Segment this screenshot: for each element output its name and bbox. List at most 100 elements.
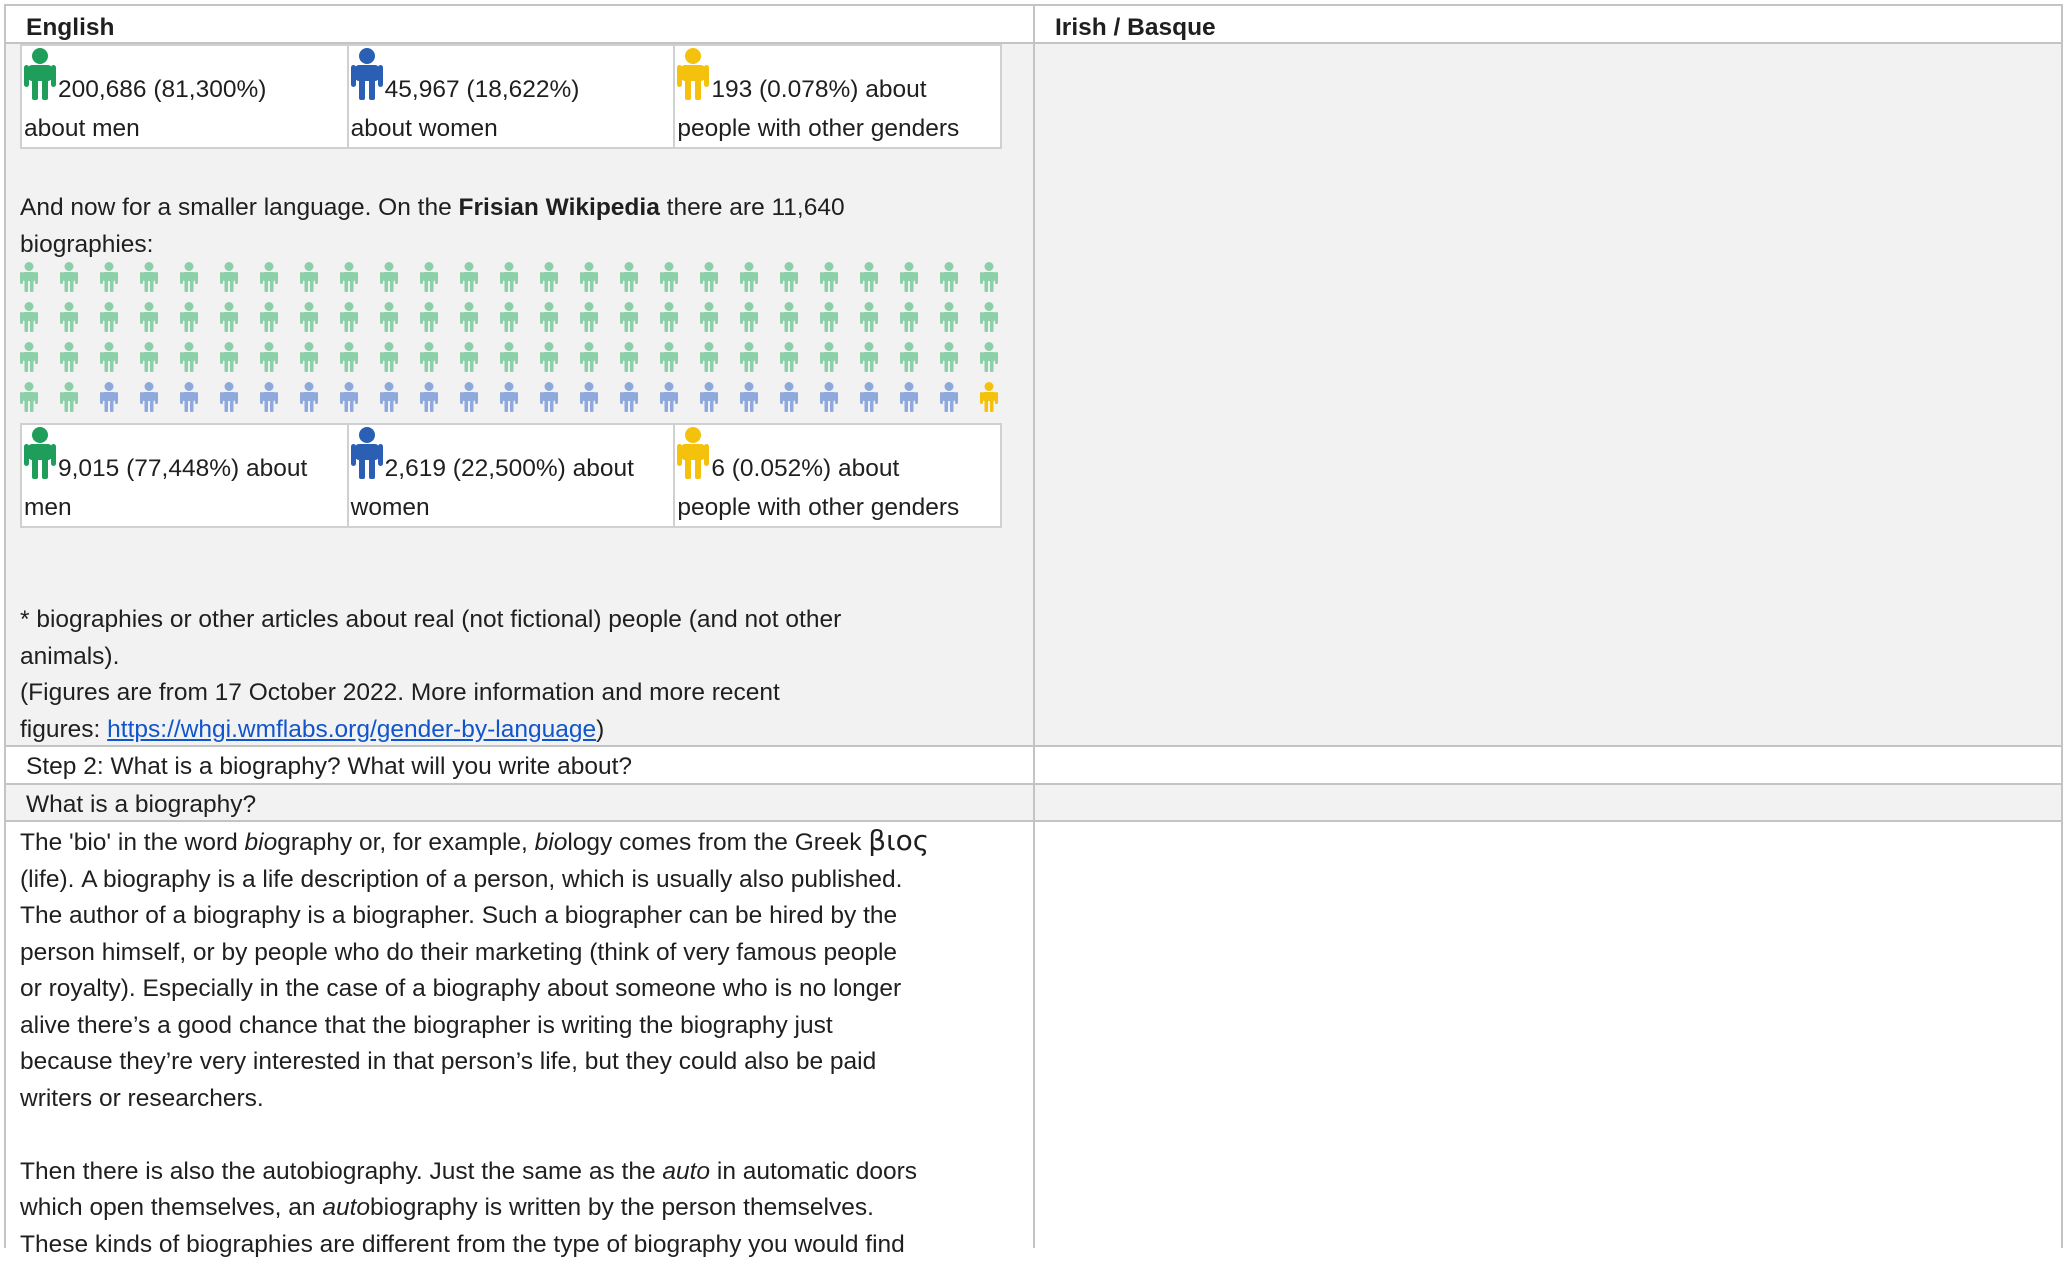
person-icon-men-small (60, 382, 78, 419)
frisian-wikipedia-stats: 9,015 (77,448%) about men 2,619 (22,500%… (20, 423, 1002, 528)
person-icon-men-small (540, 302, 558, 339)
person-icon-men-small (500, 342, 518, 379)
frisian-intro-line2: biographies: (20, 230, 154, 258)
bio-text: Then there is also the autobiography. Ju… (20, 1157, 663, 1185)
bio-p1-line6: alive there’s a good chance that the bio… (20, 1011, 833, 1039)
person-icon-women-small (180, 382, 198, 419)
person-icon-men (24, 48, 56, 111)
person-icon-women-small (820, 382, 838, 419)
bio-text: The 'bio' in the word (20, 829, 245, 856)
person-icon-women-small (340, 382, 358, 419)
stat-women-label: about women (350, 115, 498, 142)
person-icon-men-small (60, 302, 78, 339)
person-icon-men-small (580, 342, 598, 379)
person-icon-men-small (540, 342, 558, 379)
person-icon-men-small (220, 302, 238, 339)
frisian-stat-men-label: men (24, 494, 72, 521)
person-icon-men-small (300, 342, 318, 379)
person-icon-men-small (980, 302, 998, 339)
frisian-stat-men: 9,015 (77,448%) about men (22, 425, 349, 526)
person-icon-men-small (140, 302, 158, 339)
person-icon-men-small (380, 262, 398, 299)
person-icon-men-small (420, 342, 438, 379)
bio-text: logy comes from the Greek (567, 829, 869, 856)
bio-p1-line3: The author of a biography is a biographe… (20, 902, 898, 929)
person-icon-men-small (820, 342, 838, 379)
person-icon-men-small (940, 302, 958, 339)
person-icon-men-small (740, 342, 758, 379)
person-icon-men-small (580, 302, 598, 339)
person-icon-men-small (260, 342, 278, 379)
frisian-wikipedia-label: Frisian Wikipedia (458, 194, 660, 221)
stat-other: 193 (0.078%) about people with other gen… (675, 46, 1000, 147)
person-icon-men-small (500, 302, 518, 339)
bio-emphasis: bio (244, 829, 278, 856)
person-icon-men-small (220, 262, 238, 299)
person-icon-men-small (180, 342, 198, 379)
bio-p1-line8: writers or researchers. (20, 1084, 264, 1112)
person-icon-women-small (700, 382, 718, 419)
stat-men-label: about men (24, 115, 140, 142)
person-icon-women-small (500, 382, 518, 419)
frisian-intro: And now for a smaller language. On the F… (20, 190, 1030, 263)
person-icon-men-small (140, 262, 158, 299)
person-icon-women-small (660, 382, 678, 419)
person-icon-men-small (260, 302, 278, 339)
person-icon-men-small (780, 342, 798, 379)
person-icon-men-small (940, 262, 958, 299)
gender-by-language-link[interactable]: https://whgi.wmflabs.org/gender-by-langu… (107, 716, 596, 743)
frisian-intro-count: there are 11,640 (659, 194, 845, 221)
footnote-line1: * biographies or other articles about re… (20, 606, 842, 633)
person-icon-men-small (460, 342, 478, 379)
biography-explanation: The 'bio' in the word biography or, for … (20, 823, 1025, 1263)
person-icon-men-small (20, 302, 38, 339)
stat-women-value: 45,967 (18,622%) (384, 76, 580, 103)
person-icon-men-small (900, 302, 918, 339)
people-pictogram-grid (20, 262, 1010, 422)
person-icon-men-small (20, 342, 38, 379)
person-icon-men-small (780, 262, 798, 299)
bio-p1-line1: The 'bio' in the word biography or, for … (20, 824, 929, 857)
stat-men-value: 200,686 (81,300%) (58, 76, 267, 103)
step2-title: Step 2: What is a biography? What will y… (26, 753, 633, 780)
bio-p1-line2: (life). A biography is a life descriptio… (20, 865, 903, 893)
person-icon-women-small (300, 382, 318, 419)
footnote: * biographies or other articles about re… (20, 602, 1030, 748)
english-wikipedia-stats: 200,686 (81,300%) about men 45,967 (18,6… (20, 44, 1002, 149)
stat-women: 45,967 (18,622%) about women (349, 46, 676, 147)
person-icon-women-small (900, 382, 918, 419)
person-icon-men-small (900, 262, 918, 299)
person-icon-men-small (100, 302, 118, 339)
person-icon-men-small (100, 342, 118, 379)
stat-other-value: 193 (0.078%) about (711, 76, 927, 103)
person-icon-women (350, 427, 383, 490)
bio-emphasis: bio (534, 829, 568, 856)
bio-p1-line5: or royalty). Especially in the case of a… (20, 975, 902, 1002)
bio-emphasis: auto (322, 1194, 371, 1221)
person-icon-men-small (660, 262, 678, 299)
bio-text: graphy or, for example, (277, 829, 535, 856)
person-icon-men-small (780, 302, 798, 339)
person-icon-women-small (740, 382, 758, 419)
person-icon-women-small (140, 382, 158, 419)
person-icon-men-small (340, 302, 358, 339)
person-icon-men-small (980, 262, 998, 299)
stat-men: 200,686 (81,300%) about men (22, 46, 349, 147)
person-icon-women-small (380, 382, 398, 419)
person-icon-women-small (940, 382, 958, 419)
person-icon-women-small (620, 382, 638, 419)
person-icon-men-small (340, 342, 358, 379)
person-icon-men-small (980, 342, 998, 379)
person-icon-men-small (60, 342, 78, 379)
person-icon-men-small (300, 262, 318, 299)
person-icon-men-small (180, 302, 198, 339)
bio-p2-line1: Then there is also the autobiography. Ju… (20, 1158, 917, 1185)
person-icon-men-small (860, 342, 878, 379)
person-icon-other-small (980, 382, 998, 419)
person-icon-women-small (540, 382, 558, 419)
person-icon-women-small (420, 382, 438, 419)
person-icon-men-small (700, 262, 718, 299)
person-icon-men-small (20, 382, 38, 419)
person-icon-men-small (20, 262, 38, 299)
footnote-line4-prefix: figures: (20, 715, 108, 743)
